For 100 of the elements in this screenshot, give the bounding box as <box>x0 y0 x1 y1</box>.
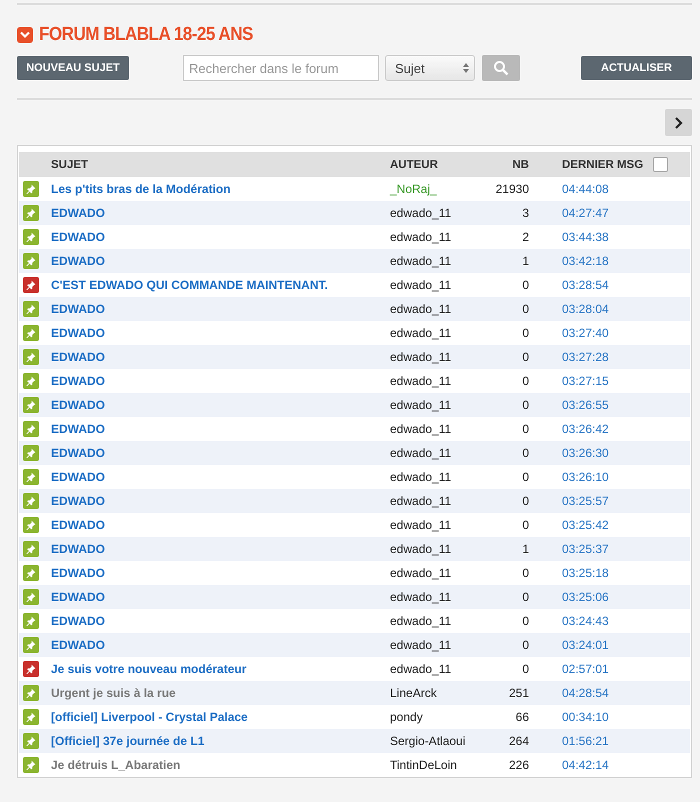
topic-link[interactable]: EDWADO <box>47 254 388 268</box>
last-message-time[interactable]: 02:57:01 <box>533 662 651 676</box>
last-message-time[interactable]: 03:25:57 <box>533 494 651 508</box>
search-field[interactable]: Rechercher dans le forum <box>183 55 379 81</box>
refresh-button[interactable]: ACTUALISER <box>581 56 692 80</box>
last-message-time[interactable]: 04:27:47 <box>533 206 651 220</box>
author-name[interactable]: edwado_11 <box>388 254 476 268</box>
pin-icon <box>23 757 39 773</box>
pin-icon <box>23 493 39 509</box>
topic-link[interactable]: EDWADO <box>47 590 388 604</box>
collapse-icon[interactable] <box>17 27 33 43</box>
pin-icon <box>23 613 39 629</box>
last-message-time[interactable]: 03:25:06 <box>533 590 651 604</box>
topic-link[interactable]: Je détruis L_Abaratien <box>47 758 388 772</box>
last-message-time[interactable]: 03:26:55 <box>533 398 651 412</box>
new-topic-button[interactable]: NOUVEAU SUJET <box>17 56 129 80</box>
column-header[interactable]: DERNIER MSG <box>533 158 651 170</box>
topic-link[interactable]: EDWADO <box>47 230 388 244</box>
topic-link[interactable]: EDWADO <box>47 542 388 556</box>
author-name[interactable]: _NoRaj_ <box>388 182 476 196</box>
topic-link[interactable]: C'EST EDWADO QUI COMMANDE MAINTENANT. <box>47 278 388 292</box>
topic-link[interactable]: EDWADO <box>47 566 388 580</box>
reply-count: 1 <box>521 542 530 556</box>
last-message-time[interactable]: 04:44:08 <box>533 182 651 196</box>
author-name[interactable]: edwado_11 <box>388 326 476 340</box>
chevron-right-icon <box>674 116 684 128</box>
author-name[interactable]: pondy <box>388 710 476 724</box>
author-name[interactable]: edwado_11 <box>388 614 476 628</box>
reply-count: 0 <box>521 446 530 460</box>
author-name[interactable]: edwado_11 <box>388 398 476 412</box>
last-message-time[interactable]: 00:34:10 <box>533 710 651 724</box>
topic-link[interactable]: Les p'tits bras de la Modération <box>47 182 388 196</box>
topic-link[interactable]: EDWADO <box>47 326 388 340</box>
topic-link[interactable]: EDWADO <box>47 614 388 628</box>
topic-link[interactable]: EDWADO <box>47 398 388 412</box>
author-name[interactable]: edwado_11 <box>388 206 476 220</box>
author-name[interactable]: edwado_11 <box>388 494 476 508</box>
topic-link[interactable]: EDWADO <box>47 302 388 316</box>
author-name[interactable]: edwado_11 <box>388 230 476 244</box>
last-message-time[interactable]: 03:26:42 <box>533 422 651 436</box>
reply-count: 0 <box>521 422 530 436</box>
author-name[interactable]: edwado_11 <box>388 590 476 604</box>
topic-link[interactable]: [officiel] Liverpool - Crystal Palace <box>47 710 388 724</box>
author-name[interactable]: LineArck <box>388 686 476 700</box>
last-message-time[interactable]: 01:56:21 <box>533 734 651 748</box>
last-message-time[interactable]: 03:25:42 <box>533 518 651 532</box>
author-name[interactable]: edwado_11 <box>388 566 476 580</box>
last-message-time[interactable]: 03:28:54 <box>533 278 651 292</box>
topic-link[interactable]: EDWADO <box>47 446 388 460</box>
topic-link[interactable]: EDWADO <box>47 638 388 652</box>
last-message-time[interactable]: 04:28:54 <box>533 686 651 700</box>
select-all-checkbox[interactable] <box>653 157 668 172</box>
topic-link[interactable]: Urgent je suis à la rue <box>47 686 388 700</box>
column-header[interactable]: AUTEUR <box>388 158 476 170</box>
last-message-time[interactable]: 03:24:01 <box>533 638 651 652</box>
topic-link[interactable]: EDWADO <box>47 518 388 532</box>
reply-count: 21930 <box>494 182 530 196</box>
column-header[interactable]: NB <box>476 158 533 170</box>
topic-link[interactable]: Je suis votre nouveau modérateur <box>47 662 388 676</box>
pin-icon <box>23 661 39 677</box>
topic-link[interactable]: [Officiel] 37e journée de L1 <box>47 734 388 748</box>
search-button[interactable] <box>482 55 520 81</box>
last-message-time[interactable]: 03:27:40 <box>533 326 651 340</box>
author-name[interactable]: edwado_11 <box>388 278 476 292</box>
pin-icon <box>23 517 39 533</box>
author-name[interactable]: edwado_11 <box>388 638 476 652</box>
column-header[interactable]: SUJET <box>47 158 388 170</box>
author-name[interactable]: edwado_11 <box>388 518 476 532</box>
pin-icon <box>23 469 39 485</box>
last-message-time[interactable]: 03:42:18 <box>533 254 651 268</box>
author-name[interactable]: edwado_11 <box>388 446 476 460</box>
author-name[interactable]: edwado_11 <box>388 302 476 316</box>
topic-link[interactable]: EDWADO <box>47 350 388 364</box>
last-message-time[interactable]: 03:26:30 <box>533 446 651 460</box>
last-message-time[interactable]: 03:25:37 <box>533 542 651 556</box>
author-name[interactable]: edwado_11 <box>388 542 476 556</box>
reply-count: 251 <box>508 686 530 700</box>
topic-link[interactable]: EDWADO <box>47 494 388 508</box>
author-name[interactable]: edwado_11 <box>388 422 476 436</box>
topic-link[interactable]: EDWADO <box>47 470 388 484</box>
last-message-time[interactable]: 03:28:04 <box>533 302 651 316</box>
scope-select[interactable]: Sujet <box>385 55 475 81</box>
last-message-time[interactable]: 03:27:28 <box>533 350 651 364</box>
last-message-time[interactable]: 03:27:15 <box>533 374 651 388</box>
topic-link[interactable]: EDWADO <box>47 422 388 436</box>
topic-link[interactable]: EDWADO <box>47 374 388 388</box>
author-name[interactable]: Sergio-Atlaoui <box>388 734 476 748</box>
author-name[interactable]: edwado_11 <box>388 350 476 364</box>
pin-icon <box>23 733 39 749</box>
last-message-time[interactable]: 04:42:14 <box>533 758 651 772</box>
author-name[interactable]: edwado_11 <box>388 662 476 676</box>
last-message-time[interactable]: 03:26:10 <box>533 470 651 484</box>
topic-link[interactable]: EDWADO <box>47 206 388 220</box>
next-page-button[interactable] <box>665 109 692 136</box>
author-name[interactable]: edwado_11 <box>388 374 476 388</box>
last-message-time[interactable]: 03:25:18 <box>533 566 651 580</box>
last-message-time[interactable]: 03:24:43 <box>533 614 651 628</box>
author-name[interactable]: TintinDeLoin <box>388 758 476 772</box>
last-message-time[interactable]: 03:44:38 <box>533 230 651 244</box>
author-name[interactable]: edwado_11 <box>388 470 476 484</box>
